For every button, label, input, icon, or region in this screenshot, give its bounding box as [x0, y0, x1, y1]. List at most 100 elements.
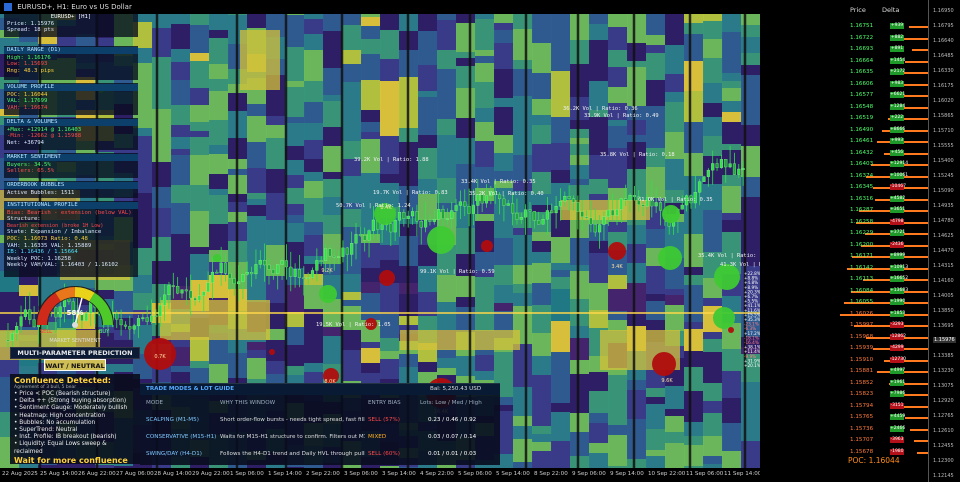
heatmap-cell	[171, 24, 191, 49]
gauge-dial: 58% SELL BUY MARKET SENTIMENT	[36, 286, 114, 344]
heatmap-cell	[247, 205, 267, 216]
candle-body	[149, 315, 154, 322]
candle-body	[297, 269, 301, 278]
candle-body	[197, 295, 201, 301]
time-tick-label: 3 Sep 14:00	[382, 471, 416, 477]
gauge-sell-label: SELL	[40, 329, 52, 335]
candle-body	[119, 319, 123, 326]
candle-body	[310, 270, 315, 278]
heatmap-cell	[152, 162, 172, 187]
heatmap-cell	[665, 116, 685, 132]
candle-body	[598, 224, 602, 233]
inst-structure-detail: Bearish extension (broke 1H Low)	[7, 222, 104, 229]
candle-body	[332, 255, 336, 258]
candle-body	[10, 332, 14, 341]
heatmap-cell	[589, 443, 609, 453]
heatmap-cell	[551, 412, 571, 434]
ladder-delta: +891	[890, 46, 904, 52]
time-tick-label: 1 Sep 06:00	[230, 471, 264, 477]
candle-body	[471, 205, 475, 214]
ladder-delta: -3293	[890, 322, 904, 328]
heatmap-cell	[570, 238, 590, 265]
heatmap-cell	[152, 101, 172, 109]
heatmap-cell	[361, 110, 381, 122]
heatmap-cell	[323, 134, 343, 146]
candle-body	[432, 219, 436, 222]
heatmap-cell	[380, 174, 400, 183]
candle-body	[323, 248, 328, 261]
heatmap-cell	[570, 399, 590, 413]
heatmap-cell	[513, 69, 533, 96]
ladder-price: 1.16751	[850, 23, 874, 29]
heatmap-cell	[247, 168, 267, 193]
bubble-label: 9.2K	[321, 268, 333, 274]
sell-bubble	[481, 240, 493, 252]
heatmap-cell	[456, 173, 476, 204]
ladder-row: 1.16722 +882	[760, 34, 928, 43]
heatmap-cell	[532, 241, 552, 252]
candle-body	[167, 285, 171, 296]
ladder-row: 1.16084 +13683	[760, 287, 928, 296]
candle-body	[367, 230, 371, 241]
heatmap-cell	[570, 57, 590, 64]
heatmap-cell	[361, 173, 381, 203]
heatmap-cell	[722, 112, 742, 122]
candle-body	[363, 235, 367, 241]
daily-range-header: DAILY RANGE (D1)	[4, 47, 138, 54]
volume-annotation: 19.5K Vol | Ratio: 1.05	[316, 322, 391, 328]
symbol-title: EURUSD+ [H1]	[50, 14, 92, 20]
ladder-price: 1.16258	[850, 218, 874, 225]
heatmap-cell	[532, 451, 552, 468]
heatmap-cell	[532, 400, 552, 426]
heatmap-cell	[532, 263, 552, 283]
heatmap-cell	[247, 104, 267, 116]
heatmap-cell	[190, 230, 210, 247]
heatmap-cell	[361, 363, 381, 373]
heatmap-cell	[171, 366, 191, 372]
heatmap-cell	[494, 153, 514, 171]
heatmap-cell	[513, 293, 533, 306]
price-tick-label: 1.15555	[933, 143, 954, 149]
heatmap-cell	[646, 53, 666, 80]
heatmap-cell	[456, 307, 476, 332]
candle-body	[541, 218, 545, 225]
candle-body	[245, 272, 249, 275]
heatmap-cell	[418, 108, 438, 135]
heatmap-cell	[608, 50, 628, 67]
candle-body	[706, 169, 710, 177]
ladder-delta: +6621	[890, 92, 906, 98]
trade-mode-row[interactable]: CONSERVATIVE (M15-H1) Waits for M15-H1 st…	[140, 429, 500, 445]
trade-mode-row[interactable]: SCALPING (M1-M5) Short order-flow bursts …	[140, 412, 500, 428]
heatmap-cell	[133, 293, 153, 301]
heatmap-cell	[323, 95, 343, 101]
heatmap-cell	[684, 310, 704, 322]
heatmap-cell	[551, 170, 571, 183]
candle-body	[236, 281, 241, 284]
heatmap-cell	[513, 228, 533, 235]
sentiment-sellers: Sellers: 65.5%	[7, 168, 55, 175]
heatmap-cell	[570, 456, 590, 468]
heatmap-cell	[684, 153, 704, 176]
ladder-price: 1.15881	[850, 368, 874, 374]
confluence-item: • SuperTrend: Neutral	[14, 427, 78, 434]
heatmap-cell	[437, 302, 457, 330]
daily-high: High: 1.16176	[7, 54, 51, 61]
heatmap-cell	[209, 242, 229, 250]
volume-annotation: 19.7K Vol | Ratio: 0.83	[373, 190, 448, 196]
ladder-price: 1.16577	[850, 92, 874, 98]
trade-mode-row[interactable]: SWING/DAY (H4-D1) Follows the H4-D1 trend…	[140, 446, 500, 462]
ladder-delta: +1454	[890, 57, 906, 64]
heatmap-cell	[209, 174, 229, 189]
heatmap-cell	[513, 381, 533, 387]
heatmap-cell	[456, 228, 476, 254]
candle-body	[15, 326, 19, 334]
heatmap-cell	[437, 135, 457, 161]
daily-range: Rng: 48.3 pips	[7, 67, 55, 74]
institutional-header: INSTITUTIONAL PROFILE	[4, 202, 138, 209]
gauge-value: 58%	[67, 309, 84, 317]
heatmap-cell	[532, 232, 552, 241]
heatmap-cell	[380, 338, 400, 351]
prediction-result-button[interactable]: WAIT / NEUTRAL	[44, 359, 106, 371]
candle-body	[698, 181, 702, 193]
sell-bubble	[652, 352, 676, 376]
